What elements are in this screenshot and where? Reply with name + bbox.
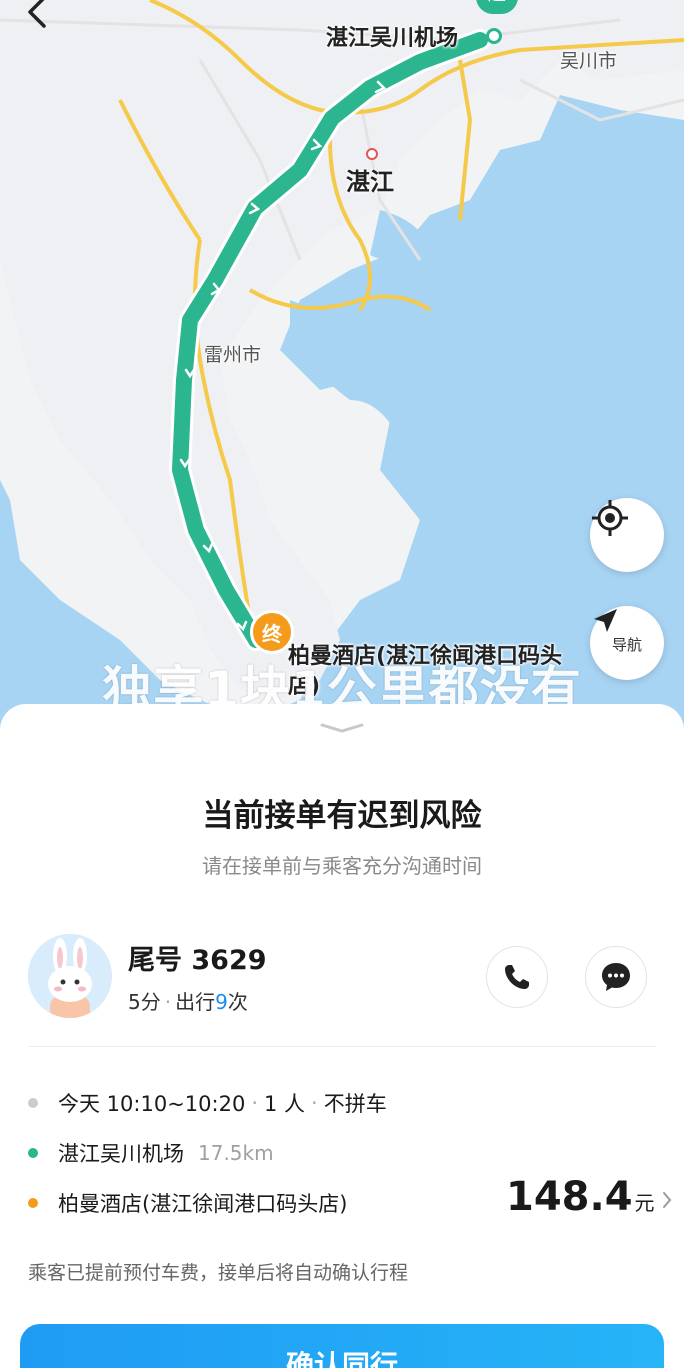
- trip-end-row: 柏曼酒店(湛江徐闻港口码头店): [28, 1188, 347, 1218]
- sheet-handle-chevron-icon[interactable]: [318, 722, 366, 734]
- price-unit: 元: [634, 1191, 655, 1215]
- trip-time-row: 今天 10:10~10:20 · 1 人 · 不拼车: [28, 1088, 387, 1118]
- map-canvas: [0, 0, 684, 720]
- trip-people: 1 人: [264, 1092, 306, 1116]
- passenger-rating: 5分: [128, 990, 161, 1014]
- chat-bubble-icon: [602, 963, 630, 991]
- trip-price: 148.4: [506, 1174, 633, 1220]
- route-map[interactable]: 起 湛江吴川机场 吴川市 湛江 雷州市 柏曼酒店(湛江徐闻港口码头店) 终 导航: [0, 0, 684, 740]
- passenger-meta: 5分 · 出行9次: [128, 990, 248, 1014]
- trip-end: 柏曼酒店(湛江徐闻港口码头店): [58, 1192, 348, 1216]
- passenger-trips-count: 9: [215, 990, 228, 1014]
- phone-icon: [505, 965, 529, 989]
- prepaid-notice: 乘客已提前预付车费，接单后将自动确认行程: [28, 1262, 409, 1284]
- trip-time: 今天 10:10~10:20: [58, 1092, 246, 1116]
- locate-button[interactable]: [590, 498, 664, 572]
- end-marker: 终: [250, 610, 294, 654]
- call-passenger-button[interactable]: [486, 946, 548, 1008]
- divider: [28, 1046, 656, 1047]
- rabbit-avatar-icon: [28, 934, 112, 1018]
- passenger-trips-suffix: 次: [227, 990, 248, 1014]
- back-button[interactable]: [22, 0, 62, 34]
- passenger-name: 尾号 3629: [128, 945, 267, 976]
- map-label-wuchuan: 吴川市: [560, 50, 618, 72]
- trip-start-row: 湛江吴川机场 17.5km: [28, 1138, 274, 1168]
- trip-start: 湛江吴川机场: [58, 1142, 184, 1166]
- start-dot-icon: [28, 1148, 38, 1158]
- end-dot-icon: [28, 1198, 38, 1208]
- trip-distance: 17.5km: [198, 1141, 274, 1165]
- trip-carpool: 不拼车: [323, 1092, 387, 1116]
- map-label-zhanjiang: 湛江: [346, 168, 394, 196]
- price-detail-link[interactable]: 148.4 元: [506, 1174, 673, 1220]
- chevron-right-icon: [662, 1192, 671, 1208]
- message-passenger-button[interactable]: [585, 946, 647, 1008]
- locate-crosshair-icon: [592, 500, 628, 536]
- risk-subtitle: 请在接单前与乘客充分沟通时间: [202, 854, 482, 878]
- passenger-avatar: [28, 934, 112, 1018]
- map-label-leizhou: 雷州市: [204, 344, 262, 366]
- passenger-trips-prefix: 出行: [175, 990, 216, 1014]
- start-marker: [486, 28, 502, 44]
- confirm-ride-button[interactable]: 确认同行: [20, 1324, 664, 1368]
- chevron-left-icon: [28, 0, 46, 28]
- time-dot-icon: [28, 1098, 38, 1108]
- navigation-arrow-icon: [594, 609, 617, 632]
- risk-title: 当前接单有迟到风险: [202, 798, 482, 834]
- order-sheet: 当前接单有迟到风险 请在接单前与乘客充分沟通时间 尾号 3629 5分 · 出行9次: [0, 704, 684, 1368]
- map-label-airport: 湛江吴川机场: [326, 26, 459, 51]
